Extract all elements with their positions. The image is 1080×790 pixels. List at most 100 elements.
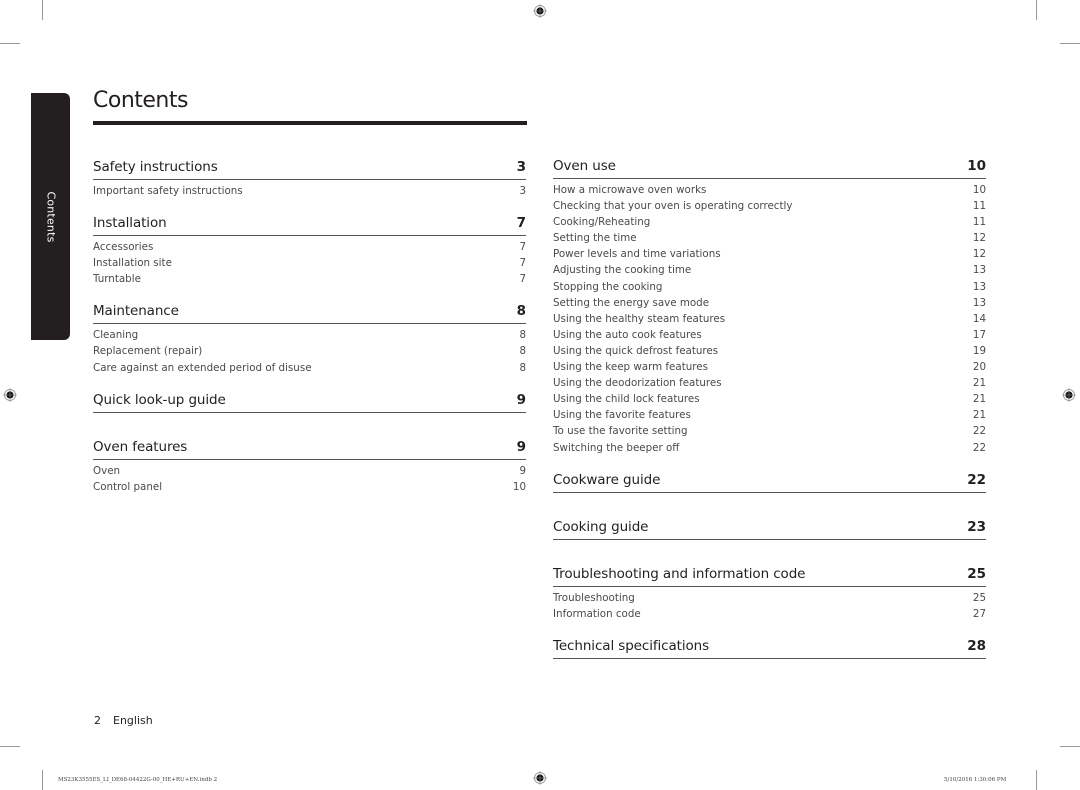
toc-item-label: To use the favorite setting (553, 425, 688, 438)
slug-file: MS23K3555ES_LI_DE68-04422G-00_HE+RU+EN.i… (58, 777, 218, 783)
toc-item[interactable]: Replacement (repair) 8 (93, 343, 526, 359)
toc-item[interactable]: Accessories 7 (93, 239, 526, 255)
toc-item-page: 20 (972, 361, 986, 374)
crop-mark (42, 770, 43, 790)
crop-mark (1036, 0, 1037, 20)
toc-item[interactable]: Cleaning 8 (93, 327, 526, 343)
toc-item[interactable]: Switching the beeper off 22 (553, 440, 986, 456)
crop-mark (0, 43, 20, 44)
toc-item-label: Using the favorite features (553, 409, 691, 422)
toc-item-label: Cooking/Reheating (553, 216, 651, 229)
toc-item-label: Checking that your oven is operating cor… (553, 200, 793, 213)
toc-section-heading[interactable]: Oven features 9 (93, 435, 526, 460)
toc-item-page: 12 (972, 232, 986, 245)
toc-section-page: 3 (516, 159, 526, 175)
toc-section: Troubleshooting and information code 25 Tr… (553, 562, 986, 622)
toc-item[interactable]: Using the favorite features 21 (553, 407, 986, 423)
toc-item[interactable]: To use the favorite setting 22 (553, 423, 986, 439)
toc-item-page: 19 (972, 344, 986, 357)
toc-item[interactable]: Troubleshooting 25 (553, 590, 986, 606)
toc-item-label: Setting the energy save mode (553, 296, 710, 309)
toc-item[interactable]: Installation site 7 (93, 255, 526, 271)
toc-item-label: Using the quick defrost features (553, 344, 719, 357)
page-title: Contents (93, 88, 188, 113)
registration-mark-icon (533, 4, 547, 18)
toc-section-title: Cooking guide (553, 518, 649, 535)
toc-item-page: 7 (519, 273, 526, 286)
toc-section-heading[interactable]: Safety instructions 3 (93, 155, 526, 180)
toc-section-heading[interactable]: Cooking guide 23 (553, 515, 986, 540)
toc-section-heading[interactable]: Installation 7 (93, 211, 526, 237)
toc-section: Cookware guide 22 (553, 468, 986, 493)
toc-item-page: 8 (519, 329, 526, 342)
toc-item-label: Oven (93, 464, 121, 477)
toc-item[interactable]: Using the healthy steam features 14 (553, 311, 986, 327)
toc-section-heading[interactable]: Maintenance 8 (93, 299, 526, 325)
toc-section: Installation 7 Accessories 7 Installation si… (93, 211, 526, 287)
toc-section-page: 10 (967, 158, 986, 174)
toc-item[interactable]: Using the auto cook features 17 (553, 327, 986, 343)
toc-section-heading[interactable]: Quick look-up guide 9 (93, 388, 526, 413)
registration-mark-icon (533, 771, 547, 785)
toc-item-list: Cleaning 8 Replacement (repair) 8 Care again… (93, 324, 526, 375)
slug-date: 5/10/2016 1:30:06 PM (944, 777, 1007, 783)
side-tab: Contents (31, 93, 70, 340)
toc-item[interactable]: Cooking/Reheating 11 (553, 214, 986, 230)
toc-section-page: 22 (967, 471, 986, 488)
toc-item[interactable]: Care against an extended period of disus… (93, 360, 526, 376)
toc-item[interactable]: Adjusting the cooking time 13 (553, 262, 986, 278)
toc-section-title: Technical specifications (553, 637, 710, 654)
toc-item-list: Accessories 7 Installation site 7 Turntable 7 (93, 236, 526, 287)
toc-section-heading[interactable]: Oven use 10 (553, 154, 986, 179)
toc-item-label: Important safety instructions (93, 185, 243, 197)
toc-item[interactable]: Stopping the cooking 13 (553, 279, 986, 295)
toc-item-label: Turntable (93, 273, 141, 286)
toc-item[interactable]: Using the quick defrost features 19 (553, 343, 986, 359)
toc-item-page: 13 (972, 264, 986, 277)
toc-item[interactable]: Turntable 7 (93, 271, 526, 287)
toc-item-label: Accessories (93, 241, 154, 254)
toc-item-page: 22 (972, 425, 986, 438)
toc-item-label: Control panel (93, 480, 163, 493)
toc-item-label: Installation site (93, 257, 172, 270)
toc-section-page: 9 (516, 391, 526, 408)
toc-item-label: Setting the time (553, 232, 637, 245)
toc-item[interactable]: Oven 9 (93, 463, 526, 479)
toc-item[interactable]: Using the keep warm features 20 (553, 359, 986, 375)
toc-section-title: Installation (93, 215, 167, 232)
toc-item-list: How a microwave oven works 10 Checking tha… (553, 179, 986, 456)
toc-section-title: Oven features (93, 438, 188, 455)
toc-section: Technical specifications 28 (553, 634, 986, 659)
toc-item[interactable]: Using the child lock features 21 (553, 391, 986, 407)
toc-item[interactable]: Setting the time 12 (553, 230, 986, 246)
toc-item-list: Troubleshooting 25 Information code 27 (553, 587, 986, 622)
page-number: 2 (94, 714, 101, 727)
toc-item[interactable]: Checking that your oven is operating cor… (553, 198, 986, 214)
toc-item[interactable]: Control panel 10 (93, 479, 526, 495)
toc-item-label: Cleaning (93, 329, 139, 342)
toc-section-heading[interactable]: Technical specifications 28 (553, 634, 986, 659)
toc-item-page: 17 (972, 328, 986, 341)
toc-section-heading[interactable]: Troubleshooting and information code 25 (553, 562, 986, 587)
toc-section-title: Oven use (553, 158, 616, 174)
toc-section-heading[interactable]: Cookware guide 22 (553, 468, 986, 493)
toc-item-page: 10 (512, 480, 526, 493)
toc-section: Maintenance 8 Cleaning 8 Replacement (repair… (93, 299, 526, 375)
registration-mark-icon (1062, 388, 1076, 402)
toc-item[interactable]: Information code 27 (553, 606, 986, 622)
toc-item[interactable]: Using the deodorization features 21 (553, 375, 986, 391)
toc-section: Oven use 10 How a microwave oven works 10 Ch… (553, 154, 986, 456)
toc-section-page: 28 (967, 637, 986, 654)
toc-item-page: 22 (972, 441, 986, 454)
toc-section: Cooking guide 23 (553, 515, 986, 540)
toc-item-page: 9 (519, 464, 526, 477)
toc-item[interactable]: Setting the energy save mode 13 (553, 295, 986, 311)
registration-mark-icon (3, 388, 17, 402)
toc-item-page: 25 (972, 591, 986, 604)
toc-item-list: Oven 9 Control panel 10 (93, 460, 526, 495)
toc-section-title: Maintenance (93, 303, 179, 320)
toc-item[interactable]: How a microwave oven works 10 (553, 182, 986, 198)
toc-item-label: Using the healthy steam features (553, 312, 726, 325)
toc-item[interactable]: Important safety instructions 3 (93, 183, 526, 199)
toc-item[interactable]: Power levels and time variations 12 (553, 246, 986, 262)
